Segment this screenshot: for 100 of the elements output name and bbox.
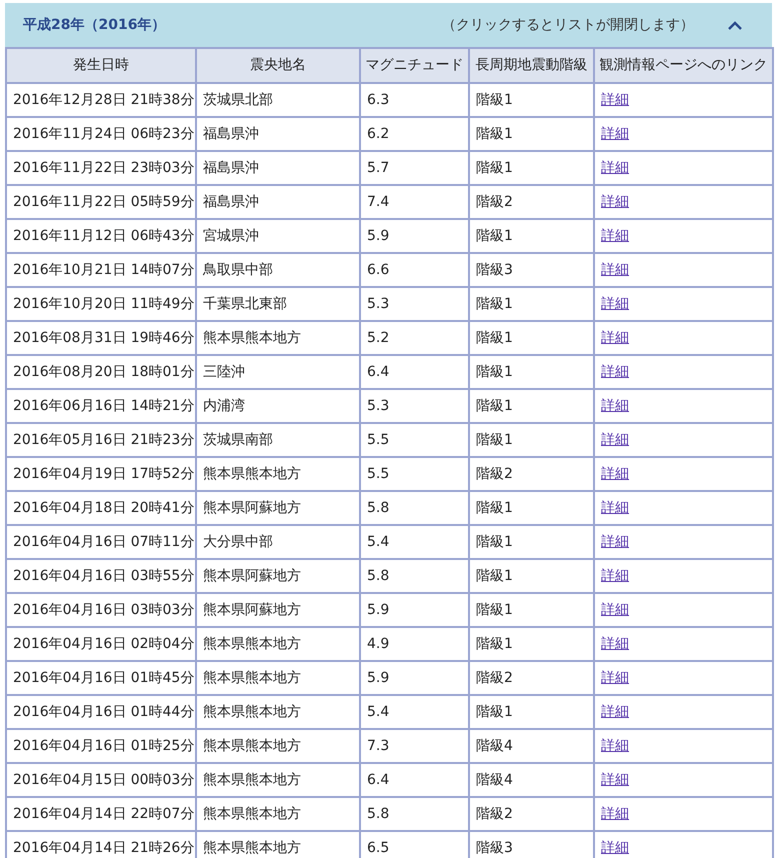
detail-link[interactable]: 詳細 [601, 670, 629, 686]
table-cell: 6.6 [360, 253, 469, 287]
detail-link[interactable]: 詳細 [601, 194, 629, 210]
detail-link[interactable]: 詳細 [601, 602, 629, 618]
table-cell: 階級3 [469, 253, 594, 287]
chevron-up-icon[interactable] [728, 20, 742, 30]
table-cell: 階級1 [469, 491, 594, 525]
table-cell: 2016年06月16日 14時21分 [6, 389, 196, 423]
table-cell: 2016年04月16日 03時55分 [6, 559, 196, 593]
table-cell: 茨城県南部 [196, 423, 360, 457]
table-cell: 7.4 [360, 185, 469, 219]
detail-link[interactable]: 詳細 [601, 568, 629, 584]
table-cell: 2016年11月22日 23時03分 [6, 151, 196, 185]
detail-link[interactable]: 詳細 [601, 840, 629, 856]
detail-link[interactable]: 詳細 [601, 296, 629, 312]
table-cell: 三陸沖 [196, 355, 360, 389]
column-header: 長周期地震動階級 [469, 48, 594, 83]
table-cell: 熊本県阿蘇地方 [196, 491, 360, 525]
table-cell: 熊本県熊本地方 [196, 661, 360, 695]
table-cell: 5.3 [360, 287, 469, 321]
table-cell: 5.9 [360, 661, 469, 695]
table-cell: 福島県沖 [196, 185, 360, 219]
table-cell: 階級2 [469, 185, 594, 219]
section-header[interactable]: 平成28年（2016年） （クリックするとリストが開閉します） [5, 3, 772, 47]
table-cell: 熊本県熊本地方 [196, 763, 360, 797]
table-cell: 2016年04月19日 17時52分 [6, 457, 196, 491]
table-cell: 2016年04月16日 01時45分 [6, 661, 196, 695]
table-cell: 5.5 [360, 423, 469, 457]
table-cell: 階級1 [469, 287, 594, 321]
table-cell: 福島県沖 [196, 117, 360, 151]
detail-link[interactable]: 詳細 [601, 432, 629, 448]
table-cell: 2016年04月16日 01時44分 [6, 695, 196, 729]
column-header: 震央地名 [196, 48, 360, 83]
table-cell: 階級1 [469, 83, 594, 117]
table-cell: 階級1 [469, 117, 594, 151]
toggle-hint: （クリックするとリストが開閉します） [442, 16, 694, 34]
table-cell: 6.4 [360, 763, 469, 797]
table-cell: 2016年04月16日 02時04分 [6, 627, 196, 661]
detail-link[interactable]: 詳細 [601, 228, 629, 244]
table-cell: 6.2 [360, 117, 469, 151]
detail-link[interactable]: 詳細 [601, 364, 629, 380]
table-cell: 階級1 [469, 219, 594, 253]
table-cell: 階級1 [469, 525, 594, 559]
detail-link[interactable]: 詳細 [601, 398, 629, 414]
table-cell: 階級4 [469, 763, 594, 797]
table-cell: 階級1 [469, 627, 594, 661]
table-cell: 2016年08月20日 18時01分 [6, 355, 196, 389]
table-cell: 2016年04月16日 01時25分 [6, 729, 196, 763]
detail-link[interactable]: 詳細 [601, 704, 629, 720]
table-cell: 5.4 [360, 695, 469, 729]
section-title: 平成28年（2016年） [23, 16, 166, 34]
table-cell: 5.9 [360, 593, 469, 627]
table-cell: 2016年11月12日 06時43分 [6, 219, 196, 253]
table-cell: 2016年04月15日 00時03分 [6, 763, 196, 797]
table-cell: 階級1 [469, 695, 594, 729]
table-cell: 熊本県熊本地方 [196, 797, 360, 831]
detail-link[interactable]: 詳細 [601, 126, 629, 142]
table-cell: 2016年04月14日 21時26分 [6, 831, 196, 858]
table-cell: 階級4 [469, 729, 594, 763]
table-cell: 4.9 [360, 627, 469, 661]
detail-link[interactable]: 詳細 [601, 330, 629, 346]
table-cell: 階級1 [469, 151, 594, 185]
detail-link[interactable]: 詳細 [601, 738, 629, 754]
table-cell: 2016年12月28日 21時38分 [6, 83, 196, 117]
table-cell: 2016年11月24日 06時23分 [6, 117, 196, 151]
table-cell: 5.4 [360, 525, 469, 559]
table-cell: 5.3 [360, 389, 469, 423]
detail-link[interactable]: 詳細 [601, 262, 629, 278]
table-cell: 熊本県熊本地方 [196, 321, 360, 355]
detail-link[interactable]: 詳細 [601, 466, 629, 482]
table-cell: 2016年04月16日 03時03分 [6, 593, 196, 627]
detail-link[interactable]: 詳細 [601, 772, 629, 788]
table-cell: 熊本県阿蘇地方 [196, 593, 360, 627]
detail-link[interactable]: 詳細 [601, 636, 629, 652]
detail-link[interactable]: 詳細 [601, 806, 629, 822]
table-cell: 5.7 [360, 151, 469, 185]
table-cell: 熊本県熊本地方 [196, 457, 360, 491]
table-cell: 階級2 [469, 661, 594, 695]
table-cell: 5.8 [360, 491, 469, 525]
table-cell: 6.4 [360, 355, 469, 389]
table-cell: 福島県沖 [196, 151, 360, 185]
table-cell: 茨城県北部 [196, 83, 360, 117]
detail-link[interactable]: 詳細 [601, 500, 629, 516]
table-cell: 2016年11月22日 05時59分 [6, 185, 196, 219]
table-cell: 6.3 [360, 83, 469, 117]
table-cell: 階級1 [469, 559, 594, 593]
detail-link[interactable]: 詳細 [601, 92, 629, 108]
column-header: 観測情報ページへのリンク [594, 48, 773, 83]
table-cell: 宮城県沖 [196, 219, 360, 253]
table-cell: 2016年05月16日 21時23分 [6, 423, 196, 457]
table-cell: 階級2 [469, 457, 594, 491]
table-cell: 千葉県北東部 [196, 287, 360, 321]
detail-link[interactable]: 詳細 [601, 534, 629, 550]
detail-link[interactable]: 詳細 [601, 160, 629, 176]
table-cell: 熊本県熊本地方 [196, 695, 360, 729]
table-cell: 熊本県熊本地方 [196, 627, 360, 661]
table-cell: 熊本県熊本地方 [196, 729, 360, 763]
table-cell: 内浦湾 [196, 389, 360, 423]
table-cell: 2016年10月21日 14時07分 [6, 253, 196, 287]
table-cell: 2016年04月18日 20時41分 [6, 491, 196, 525]
